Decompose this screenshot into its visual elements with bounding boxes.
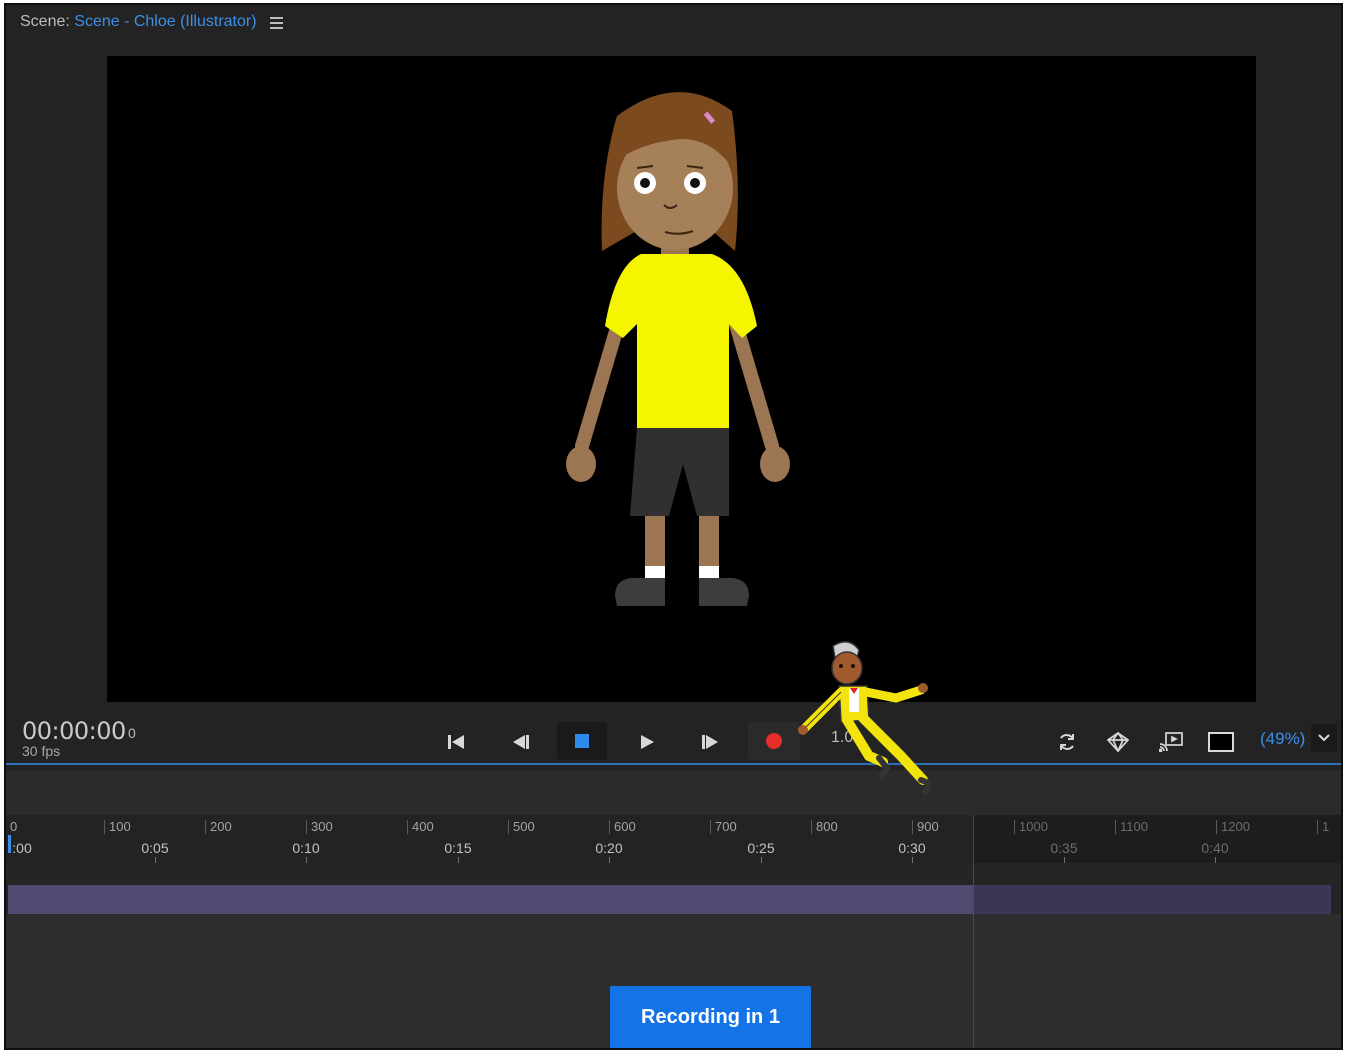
chevron-down-icon (1318, 734, 1330, 742)
scene-label: Scene: (20, 13, 70, 30)
scene-end-marker (973, 815, 974, 1048)
time-label: 0:20 (595, 840, 623, 856)
fit-frame-button[interactable] (1204, 727, 1238, 757)
recording-countdown-button[interactable]: Recording in 1 (610, 986, 811, 1048)
frame-label: 400 (407, 820, 434, 834)
step-forward-icon (702, 735, 718, 749)
frame-label: 300 (306, 820, 333, 834)
go-to-start-icon (448, 735, 464, 749)
scene-stage[interactable] (107, 56, 1256, 702)
track-header-row (6, 863, 1341, 885)
time-label: 0:15 (444, 840, 472, 856)
stage-button[interactable] (1101, 727, 1135, 757)
hamburger-menu-icon[interactable] (270, 17, 283, 29)
scene-title: Scene: Scene - Chloe (Illustrator) (20, 13, 257, 31)
time-label: 0:40 (1201, 840, 1229, 856)
play-icon (641, 735, 654, 749)
time-label: 0:10 (292, 840, 320, 856)
timecode-display[interactable]: 00:00:00 (22, 717, 126, 745)
chloe-puppet (566, 92, 790, 606)
time-label: 0:05 (141, 840, 169, 856)
frame-label: 1000 (1014, 820, 1048, 834)
frame-label: 500 (508, 820, 535, 834)
step-forward-button[interactable] (693, 727, 727, 757)
dancing-puppet-overlay (798, 641, 931, 795)
panel-divider (6, 763, 1341, 765)
stop-button[interactable] (557, 722, 607, 760)
record-icon (766, 733, 782, 749)
loop-button[interactable] (1050, 727, 1084, 757)
zoom-level[interactable]: (49%) (1260, 729, 1305, 749)
timeline-header (6, 770, 1341, 815)
frame-rate-label: 30 fps (22, 743, 61, 759)
time-label: 0:30 (898, 840, 926, 856)
frame-label: 0 (10, 819, 18, 834)
frame-number: 0 (128, 725, 136, 741)
stage-icon (1107, 732, 1129, 752)
timeline-ruler[interactable]: 0 100 200 300 400 500 600 700 800 900 10… (6, 815, 1341, 863)
frame-label: 200 (205, 820, 232, 834)
frame-label: 1100 (1115, 820, 1148, 834)
frame-label: 100 (104, 820, 131, 834)
playhead[interactable] (8, 835, 11, 853)
go-to-start-button[interactable] (439, 727, 473, 757)
step-back-icon (513, 735, 529, 749)
time-label: 0:35 (1050, 840, 1078, 856)
frame-label: 800 (811, 820, 838, 834)
cast-button[interactable] (1154, 727, 1188, 757)
scene-name[interactable]: Scene - Chloe (Illustrator) (74, 13, 256, 30)
frame-label: 900 (912, 820, 939, 834)
frame-label: 1200 (1216, 820, 1250, 834)
frame-label: 600 (609, 820, 636, 834)
play-button[interactable] (630, 727, 664, 757)
cast-icon (1159, 732, 1183, 752)
time-label: :00 (12, 840, 32, 856)
step-back-button[interactable] (504, 727, 538, 757)
frame-label: 1 (1317, 820, 1329, 834)
scene-track-bar[interactable] (8, 885, 1331, 914)
zoom-dropdown[interactable] (1311, 724, 1337, 752)
time-label: 0:25 (747, 840, 775, 856)
character-animator-window: Scene: Scene - Chloe (Illustrator) 00:00… (4, 3, 1343, 1050)
fit-frame-icon (1208, 732, 1234, 752)
loop-icon (1060, 734, 1074, 750)
frame-label: 700 (710, 820, 737, 834)
stop-icon (575, 734, 589, 748)
